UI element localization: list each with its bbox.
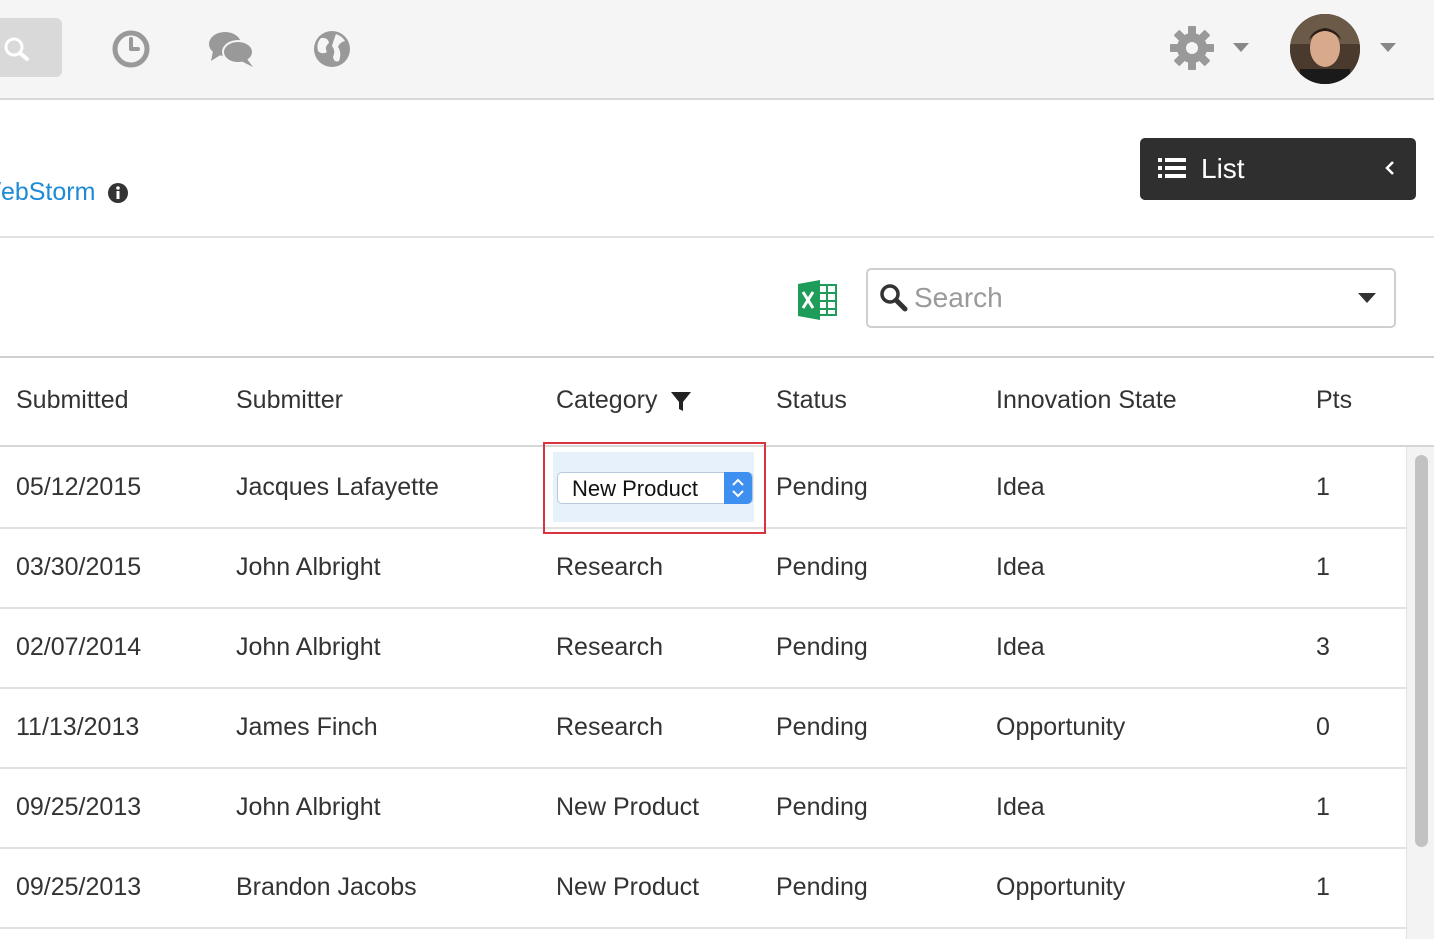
list-view-button[interactable]: List [1140,138,1416,200]
table-row[interactable]: 09/25/2013 John Albright New Product Pen… [0,767,1406,849]
cell-innovation-state: Idea [996,473,1045,501]
cell-status: Pending [776,473,868,501]
cell-innovation-state: Idea [996,553,1045,581]
avatar-image [1290,14,1360,84]
clock-icon[interactable] [111,29,151,69]
column-header-submitter[interactable]: Submitter [236,386,343,415]
search-button[interactable] [0,18,62,77]
search-icon [880,284,908,312]
category-select[interactable]: New Product [557,472,753,504]
table-row[interactable]: 02/07/2014 John Albright Research Pendin… [0,607,1406,689]
gear-icon[interactable] [1168,24,1216,72]
search-box[interactable] [866,268,1396,328]
cell-innovation-state: Opportunity [996,873,1126,901]
cell-submitted: 02/07/2014 [16,633,142,661]
category-editor: New Product [553,452,754,522]
cell-submitter: John Albright [236,633,381,661]
cell-submitted: 03/30/2015 [16,553,142,581]
cell-status: Pending [776,873,868,901]
filter-icon[interactable] [671,392,691,412]
cell-submitter: John Albright [236,553,381,581]
cell-submitter: John Albright [236,793,381,821]
chat-icon[interactable] [207,29,255,69]
top-bar [0,0,1434,100]
cell-category: New Product [556,793,700,821]
cell-category: Research [556,633,663,661]
cell-submitter: Brandon Jacobs [236,873,417,901]
cell-pts: 0 [1316,713,1330,741]
category-select-value: New Product [572,476,698,501]
search-icon [4,37,29,61]
column-header-pts[interactable]: Pts [1316,386,1352,415]
cell-innovation-state: Idea [996,633,1045,661]
table-row[interactable]: 11/13/2013 James Finch Research Pending … [0,687,1406,769]
search-dropdown-caret-icon[interactable] [1358,293,1376,303]
chevron-left-icon [1385,161,1394,175]
cell-submitted: 09/25/2013 [16,873,142,901]
list-button-label: List [1201,153,1245,184]
table-row[interactable]: 03/30/2015 John Albright Research Pendin… [0,527,1406,609]
cell-category: Research [556,713,663,741]
cell-submitter: James Finch [236,713,378,741]
category-editor-highlight: New Product [543,442,766,534]
user-avatar[interactable] [1290,14,1360,84]
cell-status: Pending [776,793,868,821]
column-header-category[interactable]: Category [556,386,657,415]
column-header-innovation-state[interactable]: Innovation State [996,386,1177,415]
cell-status: Pending [776,553,868,581]
column-header-status[interactable]: Status [776,386,847,415]
cell-submitted: 09/25/2013 [16,793,142,821]
cell-status: Pending [776,713,868,741]
table-row[interactable]: 09/25/2013 Brandon Jacobs New Product Pe… [0,847,1406,929]
cell-submitted: 11/13/2013 [16,713,140,741]
divider [0,236,1434,238]
cell-pts: 1 [1316,793,1330,821]
globe-icon[interactable] [312,29,352,69]
cell-pts: 1 [1316,873,1330,901]
cell-category: Research [556,553,663,581]
settings-dropdown-caret-icon[interactable] [1233,43,1249,52]
cell-submitter: Jacques Lafayette [236,473,439,501]
cell-innovation-state: Opportunity [996,713,1126,741]
cell-pts: 3 [1316,633,1330,661]
divider [0,356,1434,358]
cell-pts: 1 [1316,473,1330,501]
table-scrollbar[interactable] [1406,447,1434,939]
cell-pts: 1 [1316,553,1330,581]
excel-icon[interactable] [796,280,838,320]
column-header-submitted[interactable]: Submitted [16,386,129,415]
cell-submitted: 05/12/2015 [16,473,142,501]
updown-arrows-icon [732,478,744,498]
search-input[interactable] [912,280,1336,316]
info-icon[interactable] [107,182,129,204]
list-icon [1158,158,1186,178]
cell-category: New Product [556,873,700,901]
select-stepper-icon[interactable] [724,472,752,504]
user-dropdown-caret-icon[interactable] [1380,43,1396,52]
cell-status: Pending [776,633,868,661]
cell-innovation-state: Idea [996,793,1045,821]
scrollbar-thumb[interactable] [1415,455,1428,847]
project-link[interactable]: /ebStorm [0,178,95,207]
